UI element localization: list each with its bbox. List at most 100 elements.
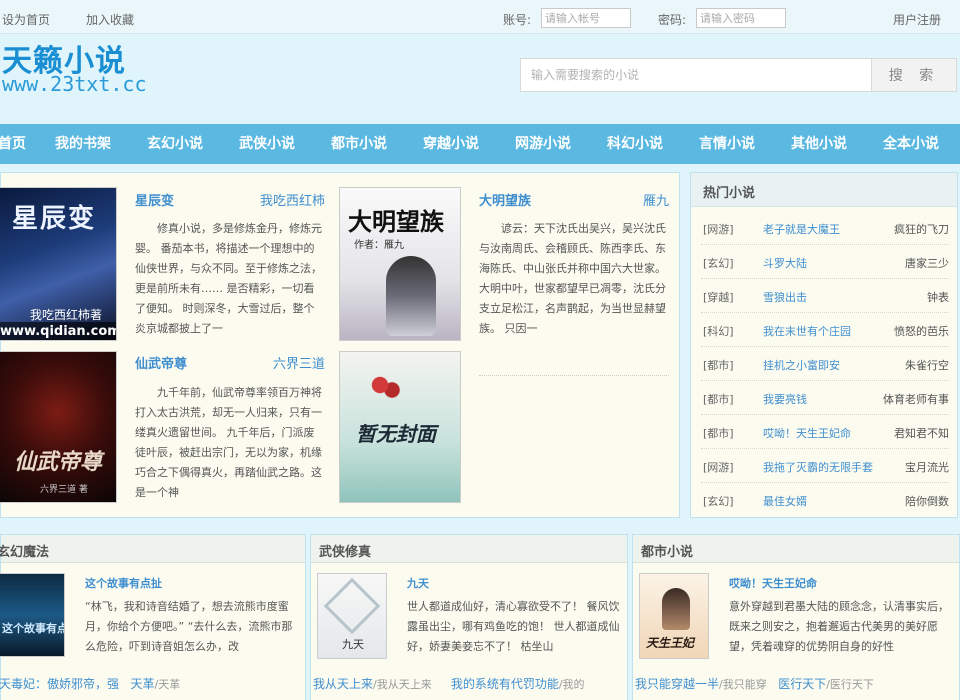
cover-title-text: 九天 [342, 638, 364, 651]
list-item: [都市] 我要亮钱 体育老师有事 [701, 381, 949, 415]
hot-author-link[interactable]: 钟表 [927, 289, 949, 305]
category-tag: [网游] [703, 461, 734, 474]
category-tag: [穿越] [703, 291, 734, 304]
nav-item-dushi[interactable]: 都市小说 [331, 124, 387, 164]
column-link[interactable]: 我的系统有代罚功能 [451, 677, 559, 691]
hot-book-link[interactable]: 哎呦！天生王妃命 [763, 425, 851, 441]
column-book-desc: “林飞，我和诗音结婚了，想去流熊市度蜜月，你给个方便吧。” “去什么去，流熊市那… [85, 600, 293, 653]
book-cover-placeholder[interactable]: 暂无封面 [339, 351, 461, 503]
column-link[interactable]: 天革 [130, 677, 154, 691]
nav-item-chuanyue[interactable]: 穿越小说 [423, 124, 479, 164]
nav-item-bookshelf[interactable]: 我的书架 [55, 124, 111, 164]
plum-blossom-art [350, 360, 410, 410]
search-input[interactable] [520, 58, 872, 92]
book-cover-damingwangzu[interactable]: 大明望族 作者：雁九 [339, 187, 461, 341]
category-tag: [都市] [703, 359, 734, 372]
hot-novels-panel: 热门小说 [网游] 老子就是大魔王 疯狂的飞刀 [玄幻] 斗罗大陆 唐家三少 [穿越] 雪… [690, 172, 958, 518]
hot-author-link[interactable]: 陪你倒数 [905, 493, 949, 509]
book-description: 九千年前，仙武帝尊率领百万神将打入太古洪荒，却无一人归来，只有一缕真火遗留世间。… [135, 386, 322, 499]
category-column-wuxia: 武侠修真 九天 九天 世人都道成仙好，清心寡欲受不了！ 餐风饮露虽出尘，哪有鸡鱼… [310, 534, 628, 700]
column-header: 武侠修真 [311, 535, 627, 563]
hot-author-link[interactable]: 体育老师有事 [883, 391, 949, 407]
column-book-desc: 世人都道成仙好，清心寡欲受不了！ 餐风饮露虽出尘，哪有鸡鱼吃的饱！ 世人都道成仙… [407, 600, 620, 653]
add-favorite-link[interactable]: 加入收藏 [86, 11, 134, 28]
column-link-author: /医行天下 [826, 678, 874, 691]
list-item: [科幻] 我在末世有个庄园 愤怒的芭乐 [701, 313, 949, 347]
hot-author-link[interactable]: 愤怒的芭乐 [894, 323, 949, 339]
cover-site-text: www.qidian.com [0, 322, 116, 340]
column-links: 天毒妃：傲娇邪帝，强 天革/天革 [0, 675, 180, 692]
column-link-author: /天革 [154, 678, 181, 691]
column-link[interactable]: 我只能穿越一半 [635, 677, 719, 691]
book-description: 修真小说，多是修炼金丹，修炼元婴。 番茄本书，将描述一个理想中的仙侠世界，与众不… [135, 222, 322, 335]
nav-item-yanqing[interactable]: 言情小说 [699, 124, 755, 164]
column-book-cover[interactable]: 九天 [317, 573, 387, 659]
column-book-desc: 意外穿越到君墨大陆的顾念念，认清事实后，既来之则安之，抱着邂逅古代美男的美好愿望… [729, 600, 949, 653]
hot-book-link[interactable]: 斗罗大陆 [763, 255, 807, 271]
book-author-link[interactable]: 雁九 [609, 190, 669, 209]
cover-author-text: 作者：雁九 [354, 240, 404, 251]
book-title-link[interactable]: 大明望族 [479, 190, 531, 209]
set-home-link[interactable]: 设为首页 [2, 11, 50, 28]
nav-item-qita[interactable]: 其他小说 [791, 124, 847, 164]
hot-book-link[interactable]: 老子就是大魔王 [763, 221, 840, 237]
account-label: 账号: [503, 13, 532, 27]
register-link[interactable]: 用户注册 [893, 11, 941, 28]
category-column-xuanhuan: 玄幻魔法 这个故事有点扯 这个故事有点扯 “林飞，我和诗音结婚了，想去流熊市度蜜… [0, 534, 306, 700]
top-bar: 设为首页 加入收藏 账号: 密码: 用户注册 [0, 0, 960, 34]
book-title-link[interactable]: 星辰变 [135, 190, 174, 209]
column-book-title[interactable]: 哎呦！天生王妃命 [729, 575, 817, 591]
nav-item-wuxia[interactable]: 武侠小说 [239, 124, 295, 164]
hot-author-link[interactable]: 疯狂的飞刀 [894, 221, 949, 237]
column-link[interactable]: 天毒妃：傲娇邪帝，强 [0, 677, 119, 691]
site-logo-url: www.23txt.cc [2, 72, 147, 96]
nav-item-quanben[interactable]: 全本小说 [883, 124, 939, 164]
cover-emblem-art [323, 577, 381, 635]
list-item: [网游] 我拖了灭霸的无限手套 宝月流光 [701, 449, 949, 483]
main-nav: 首页 我的书架 玄幻小说 武侠小说 都市小说 穿越小说 网游小说 科幻小说 言情… [0, 124, 960, 164]
search-button[interactable]: 搜 索 [871, 58, 957, 92]
cover-title-text: 天生王妃 [646, 636, 695, 650]
column-book-title[interactable]: 九天 [407, 575, 429, 591]
hot-book-link[interactable]: 我要亮钱 [763, 391, 807, 407]
account-input[interactable] [541, 8, 631, 28]
hot-book-link[interactable]: 雪狼出击 [763, 289, 807, 305]
hot-author-link[interactable]: 君知君不知 [894, 425, 949, 441]
hot-book-link[interactable]: 我在末世有个庄园 [763, 323, 851, 339]
book-author-link[interactable]: 六界三道 [245, 353, 325, 372]
list-item: [都市] 哎呦！天生王妃命 君知君不知 [701, 415, 949, 449]
nav-item-home[interactable]: 首页 [0, 124, 26, 164]
book-cover-xingchenbian[interactable]: 星辰变 我吃西红柿著 www.qidian.com [0, 187, 117, 341]
hot-author-link[interactable]: 朱雀行空 [905, 357, 949, 373]
cover-title-text: 仙武帝尊 [14, 450, 103, 475]
column-book-title[interactable]: 这个故事有点扯 [85, 575, 162, 591]
hot-book-link[interactable]: 我拖了灭霸的无限手套 [763, 459, 873, 475]
nav-item-xuanhuan[interactable]: 玄幻小说 [147, 124, 203, 164]
cover-title-text: 大明望族 [348, 208, 444, 236]
hot-author-link[interactable]: 宝月流光 [905, 459, 949, 475]
cover-author-text: 六界三道 著 [40, 485, 88, 495]
column-link[interactable]: 医行天下 [778, 677, 826, 691]
password-label: 密码: [658, 13, 687, 27]
category-tag: [都市] [703, 427, 734, 440]
cover-figure-art [662, 588, 690, 630]
category-tag: [玄幻] [703, 257, 734, 270]
column-link[interactable]: 我从天上来 [313, 677, 373, 691]
book-cover-xianwudizun[interactable]: 仙武帝尊 六界三道 著 [0, 351, 117, 503]
cover-title-text: 暂无封面 [356, 422, 436, 446]
hot-book-link[interactable]: 挂机之小富即安 [763, 357, 840, 373]
category-tag: [网游] [703, 223, 734, 236]
nav-item-wangyou[interactable]: 网游小说 [515, 124, 571, 164]
column-header: 都市小说 [633, 535, 959, 563]
column-book-cover[interactable]: 这个故事有点扯 [0, 573, 65, 657]
nav-item-kehuan[interactable]: 科幻小说 [607, 124, 663, 164]
hot-author-link[interactable]: 唐家三少 [905, 255, 949, 271]
cover-title-text: 这个故事有点扯 [2, 622, 64, 635]
book-title-link[interactable]: 仙武帝尊 [135, 353, 187, 372]
password-input[interactable] [696, 8, 786, 28]
list-item: [玄幻] 最佳女婿 陪你倒数 [701, 483, 949, 517]
recommend-panel: 星辰变 我吃西红柿著 www.qidian.com 星辰变 我吃西红柿 修真小说… [0, 172, 680, 518]
hot-book-link[interactable]: 最佳女婿 [763, 493, 807, 509]
book-author-link[interactable]: 我吃西红柿 [245, 190, 325, 209]
column-book-cover[interactable]: 天生王妃 [639, 573, 709, 659]
